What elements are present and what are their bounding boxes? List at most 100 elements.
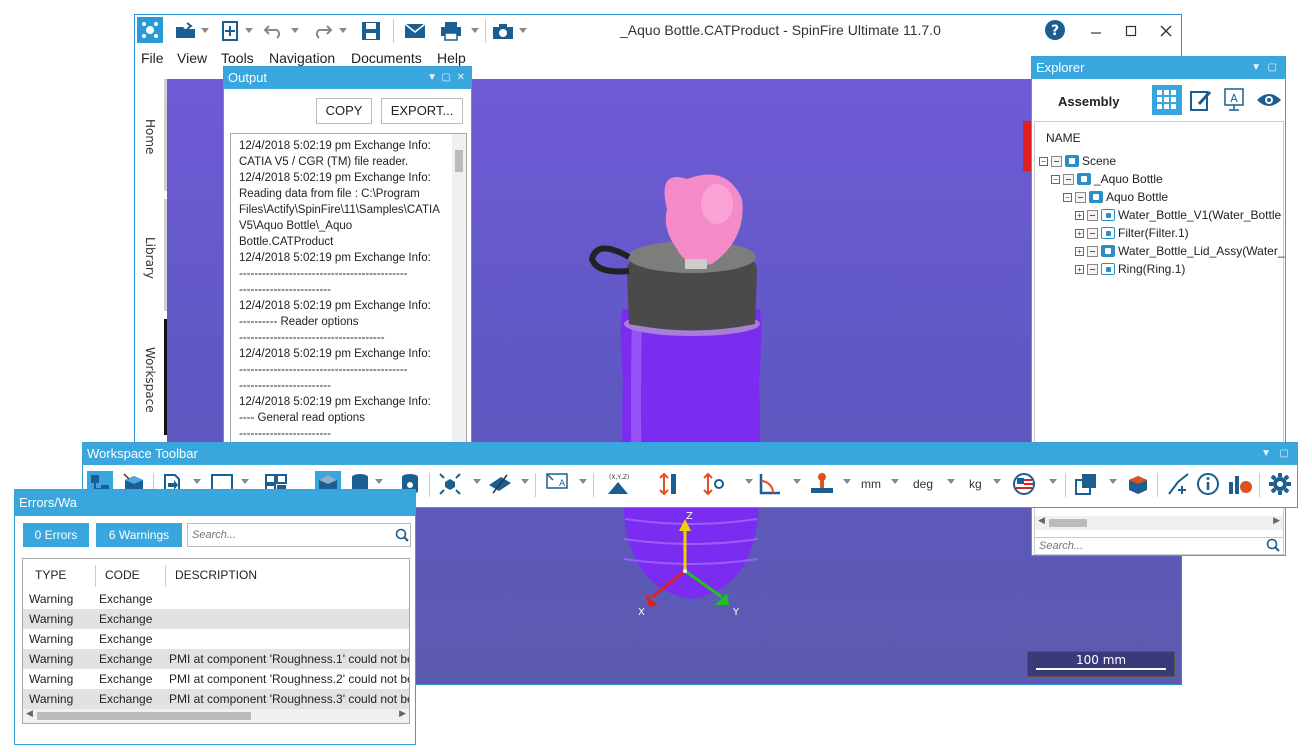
print-dropdown-icon[interactable] (471, 28, 479, 33)
tree-checkbox[interactable] (1087, 245, 1098, 257)
menu-help[interactable]: Help (437, 50, 466, 66)
panel-menu-icon[interactable]: ▼ (1251, 57, 1261, 79)
tree-node-water-bottle-v1[interactable]: + Water_Bottle_V1(Water_Bottle (1075, 208, 1281, 222)
tree-node-filter[interactable]: + Filter(Filter.1) (1075, 226, 1189, 240)
edit-icon[interactable] (1189, 88, 1213, 115)
expand-icon[interactable]: + (1075, 210, 1084, 220)
distance-measure-icon[interactable] (655, 471, 681, 497)
unit-length-dropdown-icon[interactable] (891, 479, 899, 484)
panel-close-icon[interactable]: ✕ (457, 67, 465, 89)
table-row[interactable]: Warning Exchange PMI at component 'Roughne… (23, 669, 409, 689)
markup-dropdown-icon[interactable] (579, 479, 587, 484)
mass-dropdown-icon[interactable] (843, 479, 851, 484)
export-button[interactable]: EXPORT... (381, 98, 463, 124)
angle-dropdown-icon[interactable] (793, 479, 801, 484)
unit-length[interactable]: mm (861, 477, 881, 491)
tree-checkbox[interactable] (1051, 155, 1062, 167)
compare-icon[interactable] (1073, 471, 1099, 497)
mail-icon[interactable] (403, 20, 427, 42)
search-icon[interactable] (1266, 538, 1280, 555)
table-row[interactable]: Warning Exchange (23, 589, 409, 609)
menu-documents[interactable]: Documents (351, 50, 422, 66)
tree-node-ring[interactable]: + Ring(Ring.1) (1075, 262, 1185, 276)
explorer-h-scrollbar[interactable]: ◀ ▶ (1035, 516, 1283, 530)
save-icon[interactable] (359, 20, 383, 42)
point-coordinate-icon[interactable]: (X,Y,Z) (605, 471, 631, 497)
explorer-panel-header[interactable]: Explorer ▼ ▢ (1032, 57, 1285, 79)
collapse-icon[interactable]: − (1051, 174, 1060, 184)
explode-dropdown-icon[interactable] (193, 479, 201, 484)
scroll-left-icon[interactable]: ◀ (26, 709, 33, 719)
app-logo-icon[interactable] (137, 17, 163, 43)
tree-checkbox[interactable] (1087, 227, 1098, 239)
panel-menu-icon[interactable]: ▼ (427, 67, 437, 89)
bottle-model[interactable] (588, 174, 762, 600)
collapse-icon[interactable]: − (1039, 156, 1048, 166)
fit-dropdown-icon[interactable] (473, 479, 481, 484)
tree-node-aquo-bottle[interactable]: − Aquo Bottle (1063, 190, 1168, 204)
menu-tools[interactable]: Tools (221, 50, 254, 66)
scroll-left-icon[interactable]: ◀ (1038, 516, 1045, 526)
panel-menu-icon[interactable]: ▼ (1261, 443, 1271, 465)
output-log-scroll-thumb[interactable] (455, 150, 463, 172)
menu-view[interactable]: View (177, 50, 207, 66)
scroll-right-icon[interactable]: ▶ (399, 709, 406, 719)
add-point-icon[interactable] (1165, 471, 1191, 497)
table-row[interactable]: Warning Exchange PMI at component 'Roughne… (23, 649, 409, 669)
mass-properties-icon[interactable] (809, 471, 835, 497)
tree-node-aquo-bottle-root[interactable]: − _Aquo Bottle (1051, 172, 1163, 186)
errors-search-input[interactable] (187, 523, 411, 547)
diameter-measure-icon[interactable] (701, 471, 727, 497)
unit-mass-dropdown-icon[interactable] (993, 479, 1001, 484)
errors-scroll-thumb[interactable] (37, 712, 251, 720)
search-icon[interactable] (395, 528, 409, 545)
menu-file[interactable]: File (141, 50, 164, 66)
panel-restore-icon[interactable]: ▢ (1268, 57, 1277, 79)
errors-panel-header[interactable]: Errors/Wa (15, 490, 415, 516)
expand-icon[interactable]: + (1075, 246, 1084, 256)
info-icon[interactable] (1195, 471, 1221, 497)
table-row[interactable]: Warning Exchange (23, 609, 409, 629)
diameter-dropdown-icon[interactable] (745, 479, 753, 484)
copy-button[interactable]: COPY (316, 98, 372, 124)
tree-checkbox[interactable] (1087, 209, 1098, 221)
undo-icon[interactable] (261, 20, 287, 42)
side-tab-home[interactable]: Home (135, 79, 167, 191)
open-folder-icon[interactable] (173, 20, 199, 42)
print-icon[interactable] (439, 20, 463, 42)
unit-angle[interactable]: deg (913, 477, 933, 491)
workspace-toolbar-header[interactable]: Workspace Toolbar ▼ ▢ (83, 443, 1297, 465)
open-dropdown-icon[interactable] (201, 28, 209, 33)
errors-h-scrollbar[interactable]: ◀ ▶ (23, 709, 409, 723)
unit-mass[interactable]: kg (969, 477, 982, 491)
unfold-icon[interactable] (1125, 471, 1151, 497)
markup-icon[interactable]: A (545, 471, 571, 497)
collapse-icon[interactable]: − (1063, 192, 1072, 202)
fit-view-icon[interactable] (437, 471, 463, 497)
cylinder-dropdown-icon[interactable] (375, 479, 383, 484)
tree-checkbox[interactable] (1063, 173, 1074, 185)
minimize-icon[interactable] (1085, 20, 1107, 42)
gear-icon[interactable] (1267, 471, 1293, 497)
tree-node-lid-assy[interactable]: + Water_Bottle_Lid_Assy(Water_ (1075, 244, 1285, 258)
camera-icon[interactable] (491, 20, 515, 42)
statistics-icon[interactable] (1227, 471, 1253, 497)
redo-dropdown-icon[interactable] (339, 28, 347, 33)
redo-icon[interactable] (309, 20, 335, 42)
grid-view-icon[interactable] (1152, 85, 1182, 115)
close-icon[interactable] (1155, 20, 1177, 42)
expand-icon[interactable]: + (1075, 264, 1084, 274)
warnings-filter-button[interactable]: 6 Warnings (96, 523, 182, 547)
menu-navigation[interactable]: Navigation (269, 50, 335, 66)
panel-restore-icon[interactable]: ▢ (442, 67, 451, 89)
side-tab-library[interactable]: Library (135, 199, 167, 311)
errors-filter-button[interactable]: 0 Errors (23, 523, 89, 547)
annotation-icon[interactable]: A (1223, 88, 1245, 115)
new-document-icon[interactable] (219, 20, 241, 42)
tree-checkbox[interactable] (1075, 191, 1086, 203)
assembly-tab[interactable]: Assembly (1058, 94, 1119, 109)
table-row[interactable]: Warning Exchange (23, 629, 409, 649)
section-dropdown-icon[interactable] (521, 479, 529, 484)
compare-dropdown-icon[interactable] (1109, 479, 1117, 484)
screen-dropdown-icon[interactable] (241, 479, 249, 484)
